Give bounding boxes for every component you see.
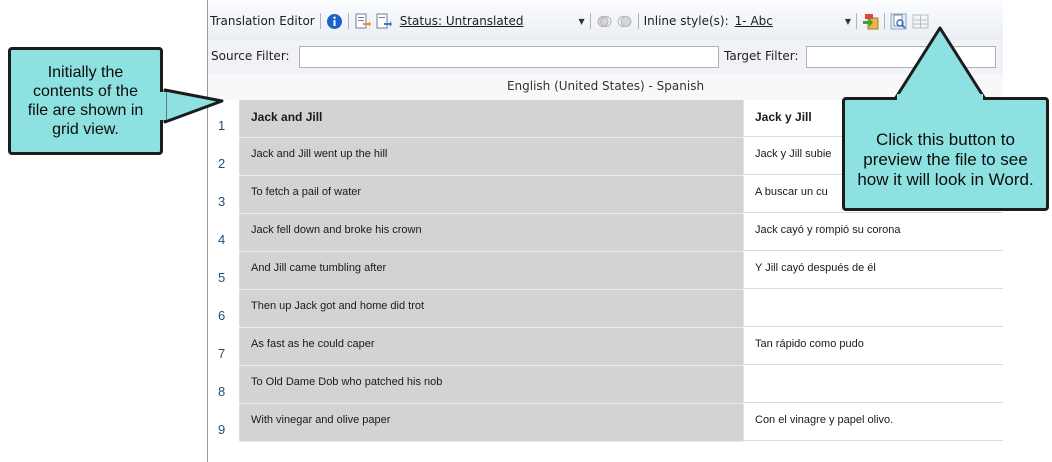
translate-icon[interactable] [862,13,879,30]
row-number[interactable]: 5 [208,252,240,289]
row-number-label: 2 [218,156,226,171]
source-text: Then up Jack got and home did trot [251,300,425,312]
language-pair-header: English (United States) - Spanish [506,79,705,93]
source-text: To Old Dame Dob who patched his nob [251,376,443,388]
preview-button-callout: Click this button to preview the file to… [842,97,1049,211]
editor-title: Translation Editor [210,14,315,28]
source-cell[interactable]: To Old Dame Dob who patched his nob [240,366,743,404]
row-number-label: 4 [218,232,226,247]
row-number-label: 1 [218,118,226,133]
callout-line: how it will look in Word. [857,170,1034,189]
source-filter-label: Source Filter: [211,49,290,63]
table-row[interactable]: 5 And Jill came tumbling after Y Jill cayó… [208,252,1003,290]
row-number[interactable]: 4 [208,214,240,251]
callout-line: Click this button to [876,130,1015,149]
source-cell[interactable]: With vinegar and olive paper [240,404,743,442]
target-text: Jack cayó y rompió su corona [755,224,901,236]
table-row[interactable]: 4 Jack fell down and broke his crown Jack … [208,214,1003,252]
row-number-label: 5 [218,270,226,285]
target-text: Jack y Jill [755,110,812,124]
filter-bar: Source Filter: Target Filter: [208,40,1003,75]
row-number-label: 7 [218,346,226,361]
source-cell[interactable]: Then up Jack got and home did trot [240,290,743,328]
row-number-label: 3 [218,194,226,209]
target-text: Jack y Jill subie [755,148,832,160]
row-number[interactable]: 8 [208,366,240,403]
target-cell[interactable] [743,290,1003,327]
toggle-right-icon[interactable] [616,13,633,30]
source-text: With vinegar and olive paper [251,414,391,426]
source-text: Jack fell down and broke his crown [251,224,422,236]
source-text: As fast as he could caper [251,338,375,350]
inline-style-label: Inline style(s): [643,14,729,28]
source-cell[interactable]: And Jill came tumbling after [240,252,743,290]
status-dropdown-arrow-icon[interactable]: ▼ [578,17,584,26]
inline-style-dropdown-arrow-icon[interactable]: ▼ [845,17,851,26]
callout-line: grid view. [52,121,119,138]
translation-editor: Translation Editor Status: Untranslated … [207,0,1003,462]
separator [884,13,886,29]
target-filter-label: Target Filter: [724,49,799,63]
source-cell[interactable]: Jack fell down and broke his crown [240,214,743,252]
callout-line: Initially the [47,64,124,81]
target-cell[interactable]: Con el vinagre y papel olivo. [743,404,1003,441]
grid-view-callout: Initially the contents of the file are s… [8,47,163,155]
row-number-label: 6 [218,308,226,323]
grid-view-icon[interactable] [912,13,929,30]
separator [319,13,321,29]
target-text: A buscar un cu [755,186,828,198]
source-text: And Jill came tumbling after [251,262,387,274]
callout-line: file are shown in [27,102,144,119]
info-icon[interactable] [326,13,343,30]
export-icon[interactable] [354,13,371,30]
source-cell[interactable]: As fast as he could caper [240,328,743,366]
target-cell[interactable]: Jack cayó y rompió su corona [743,214,1003,251]
source-text: Jack and Jill [251,110,323,124]
toggle-left-icon[interactable] [596,13,613,30]
target-cell[interactable]: Tan rápido como pudo [743,328,1003,365]
row-number-label: 8 [218,384,226,399]
row-number[interactable]: 7 [208,328,240,365]
target-cell[interactable] [743,366,1003,403]
row-number[interactable]: 6 [208,290,240,327]
status-dropdown[interactable]: Status: Untranslated [400,14,524,28]
row-number[interactable]: 9 [208,404,240,441]
target-filter-input[interactable] [806,46,996,68]
separator [589,13,591,29]
table-row[interactable]: 8 To Old Dame Dob who patched his nob [208,366,1003,404]
row-number[interactable]: 1 [208,100,240,137]
table-row[interactable]: 6 Then up Jack got and home did trot [208,290,1003,328]
target-cell[interactable]: Y Jill cayó después de él [743,252,1003,289]
source-filter-input[interactable] [299,46,719,68]
separator [637,13,639,29]
callout-line: preview the file to see [863,150,1028,169]
import-icon[interactable] [375,13,392,30]
row-number-label: 9 [218,422,226,437]
source-cell[interactable]: Jack and Jill [240,100,743,138]
source-cell[interactable]: To fetch a pail of water [240,176,743,214]
row-number[interactable]: 3 [208,176,240,213]
target-text: Tan rápido como pudo [755,338,864,350]
source-text: To fetch a pail of water [251,186,362,198]
inline-style-dropdown[interactable]: 1- Abc [735,14,773,28]
target-text: Y Jill cayó después de él [755,262,876,274]
preview-icon[interactable] [890,13,907,30]
separator [347,13,349,29]
row-number[interactable]: 2 [208,138,240,175]
callout-seam [897,94,983,103]
callout-seam [158,92,166,120]
separator [856,13,858,29]
target-text: Con el vinagre y papel olivo. [755,414,894,426]
source-cell[interactable]: Jack and Jill went up the hill [240,138,743,176]
source-text: Jack and Jill went up the hill [251,148,388,160]
toolbar: Translation Editor Status: Untranslated … [208,0,1003,41]
table-row[interactable]: 7 As fast as he could caper Tan rápido com… [208,328,1003,366]
table-row[interactable]: 9 With vinegar and olive paper Con el vina… [208,404,1003,442]
callout-line: contents of the [33,83,138,100]
